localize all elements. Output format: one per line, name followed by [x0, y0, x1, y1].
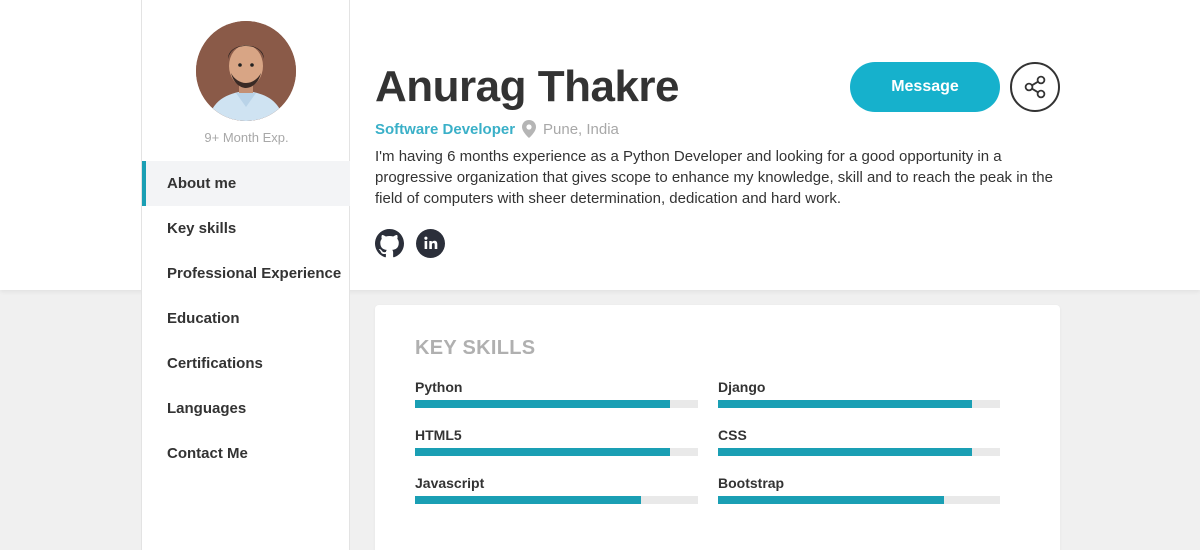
skill-bar [718, 496, 1000, 504]
skill-name: Python [415, 379, 463, 395]
experience-label: 9+ Month Exp. [204, 130, 289, 145]
sidebar-item-key-skills[interactable]: Key skills [142, 206, 350, 251]
skill-item: Javascript [415, 475, 698, 504]
skill-item: Django [718, 379, 1000, 408]
skill-name: HTML5 [415, 427, 462, 443]
skill-bar [415, 400, 698, 408]
sidebar: 9+ Month Exp. About me Key skills Profes… [141, 0, 350, 550]
location-pin-icon [522, 120, 536, 138]
sidebar-item-professional-experience[interactable]: Professional Experience [142, 251, 350, 296]
skill-name: CSS [718, 427, 747, 443]
github-icon[interactable] [375, 229, 404, 258]
share-button[interactable] [1010, 62, 1060, 112]
skill-name: Bootstrap [718, 475, 785, 491]
sidebar-item-education[interactable]: Education [142, 296, 350, 341]
key-skills-card: KEY SKILLS Python Django HTML5 CSS Javas… [375, 305, 1060, 550]
skill-bar-fill [415, 448, 670, 456]
skill-bar-fill [415, 496, 642, 504]
profile-location: Pune, India [543, 121, 619, 138]
skill-name: Django [718, 379, 766, 395]
skill-bar-fill [415, 400, 670, 408]
avatar [196, 21, 296, 121]
linkedin-icon[interactable] [416, 229, 445, 258]
skill-item: HTML5 [415, 427, 698, 456]
sidebar-item-languages[interactable]: Languages [142, 386, 350, 431]
sidebar-item-certifications[interactable]: Certifications [142, 341, 350, 386]
sidebar-nav: About me Key skills Professional Experie… [142, 161, 350, 476]
skill-bar [718, 400, 1000, 408]
skill-item: Python [415, 379, 698, 408]
skill-bar [415, 496, 698, 504]
profile-role: Software Developer [375, 121, 516, 138]
skill-bar-fill [718, 400, 972, 408]
about-text: I'm having 6 months experience as a Pyth… [375, 148, 1053, 207]
skill-bar-fill [718, 448, 972, 456]
profile-name: Anurag Thakre [375, 62, 680, 111]
sidebar-item-contact-me[interactable]: Contact Me [142, 431, 350, 476]
skills-grid: Python Django HTML5 CSS Javascript Boots… [415, 379, 1000, 504]
skill-bar-fill [718, 496, 944, 504]
skill-bar [718, 448, 1000, 456]
share-icon [1024, 75, 1046, 99]
key-skills-title: KEY SKILLS [415, 337, 536, 359]
message-button[interactable]: Message [850, 62, 1000, 112]
avatar-photo-icon [196, 21, 296, 121]
sidebar-item-about-me[interactable]: About me [142, 161, 350, 206]
skill-item: CSS [718, 427, 1000, 456]
skill-item: Bootstrap [718, 475, 1000, 504]
skill-bar [415, 448, 698, 456]
skill-name: Javascript [415, 475, 485, 491]
